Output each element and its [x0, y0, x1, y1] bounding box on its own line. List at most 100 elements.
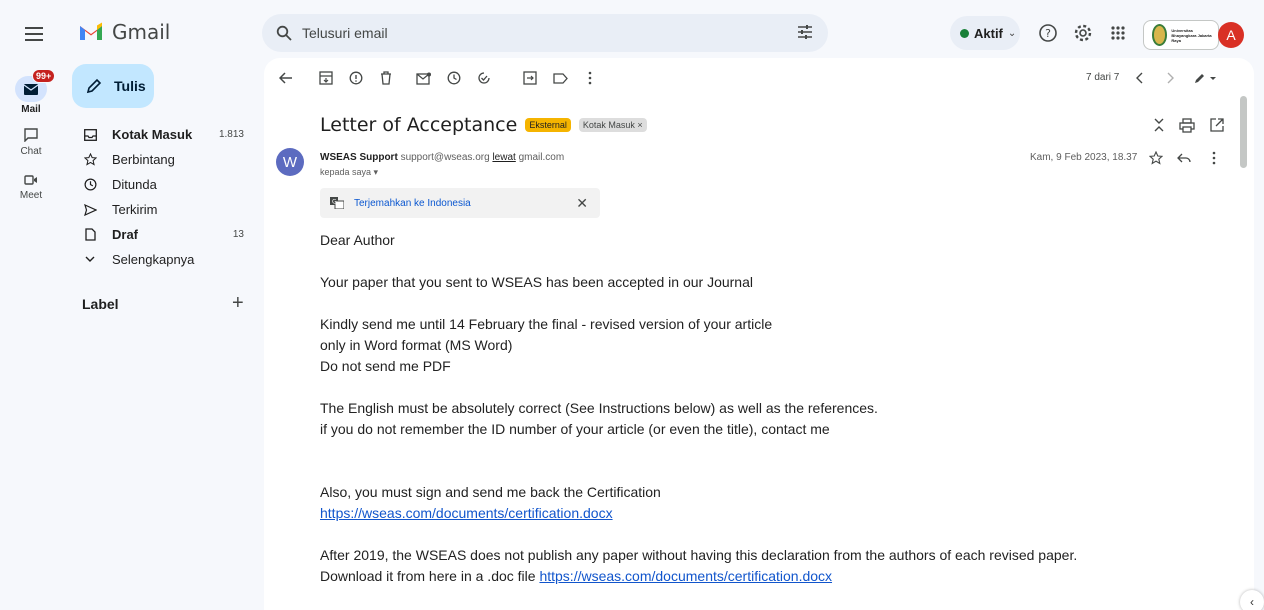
- unread-badge: 99+: [32, 69, 56, 83]
- rail-meet[interactable]: Meet: [0, 174, 62, 201]
- translate-icon: G: [330, 197, 344, 209]
- body-paragraph: Kindly send me until 14 February the fin…: [320, 316, 773, 332]
- send-icon: [82, 203, 98, 216]
- subject-line: Letter of Acceptance Eksternal Kotak Mas…: [320, 114, 647, 136]
- nav-item-snoozed[interactable]: Ditunda: [72, 172, 252, 197]
- svg-text:G: G: [332, 199, 337, 206]
- more-vertical-icon[interactable]: [1206, 150, 1222, 166]
- draft-icon: [82, 228, 98, 241]
- message-toolbar: 7 dari 7: [264, 58, 1254, 98]
- organization-badge[interactable]: Universitas Bhayangkara Jakarta Raya: [1143, 20, 1219, 50]
- search-input[interactable]: Telusuri email: [302, 25, 388, 41]
- video-camera-icon: [0, 174, 62, 186]
- rail-mail[interactable]: 99+ Mail: [0, 69, 62, 115]
- body-paragraph: Download it from here in a .doc file: [320, 568, 540, 584]
- print-icon[interactable]: [1178, 116, 1196, 134]
- more-vertical-icon[interactable]: [580, 68, 600, 88]
- sender-avatar[interactable]: W: [276, 148, 304, 176]
- delete-trash-icon[interactable]: [376, 68, 396, 88]
- email-subject: Letter of Acceptance: [320, 114, 518, 136]
- external-chip: Eksternal: [525, 118, 571, 132]
- star-icon: [82, 153, 98, 166]
- translate-link[interactable]: Terjemahkan ke Indonesia: [354, 198, 471, 209]
- body-paragraph: After 2019, the WSEAS does not publish a…: [320, 547, 1078, 563]
- reply-icon[interactable]: [1176, 150, 1192, 166]
- account-avatar[interactable]: A: [1218, 22, 1244, 48]
- translate-bar: G Terjemahkan ke Indonesia ✕: [320, 188, 600, 218]
- inbox-icon: [82, 128, 98, 141]
- rail-chat[interactable]: Chat: [0, 128, 62, 157]
- report-spam-icon[interactable]: [346, 68, 366, 88]
- input-tools-icon[interactable]: [1192, 68, 1218, 88]
- nav-item-more[interactable]: Selengkapnya: [72, 247, 252, 272]
- mail-pill: 99+: [15, 69, 56, 102]
- open-new-window-icon[interactable]: [1208, 116, 1226, 134]
- status-selector[interactable]: Aktif ⌄: [950, 16, 1020, 50]
- search-icon[interactable]: [276, 25, 292, 41]
- recipient-details-toggle[interactable]: kepada saya ▾: [320, 167, 378, 178]
- back-arrow-icon[interactable]: [276, 68, 296, 88]
- rail-mail-label: Mail: [21, 104, 41, 115]
- certification-download-link[interactable]: https://wseas.com/documents/certificatio…: [539, 568, 832, 584]
- nav-item-starred[interactable]: Berbintang: [72, 147, 252, 172]
- search-options-icon[interactable]: [796, 23, 814, 41]
- body-paragraph: The English must be absolutely correct (…: [320, 400, 878, 416]
- nav-count: 13: [232, 229, 244, 240]
- organization-name: Universitas Bhayangkara Jakarta Raya: [1171, 27, 1212, 43]
- sender-email: support@wseas.org: [400, 152, 490, 163]
- university-logo-icon: [1152, 24, 1168, 46]
- archive-icon[interactable]: [316, 68, 336, 88]
- compose-button[interactable]: Tulis: [72, 64, 154, 108]
- older-chevron-right-icon[interactable]: [1160, 68, 1180, 88]
- add-label-icon[interactable]: +: [232, 292, 244, 315]
- main-menu-icon[interactable]: [20, 22, 48, 46]
- gmail-logo[interactable]: Gmail: [78, 20, 170, 44]
- label-tag-icon[interactable]: [550, 68, 570, 88]
- sender-name[interactable]: WSEAS Support: [320, 152, 398, 163]
- app-title: Gmail: [112, 20, 171, 44]
- help-icon[interactable]: ?: [1037, 22, 1059, 44]
- chevron-down-icon: ⌄: [1007, 27, 1017, 39]
- body-paragraph: if you do not remember the ID number of …: [320, 421, 830, 437]
- body-paragraph: only in Word format (MS Word): [320, 337, 513, 353]
- add-task-icon[interactable]: [474, 68, 494, 88]
- nav-item-sent[interactable]: Terkirim: [72, 197, 252, 222]
- body-greeting: Dear Author: [320, 232, 395, 248]
- email-body: Dear Author Your paper that you sent to …: [320, 230, 1220, 587]
- folder-nav: Kotak Masuk 1.813 Berbintang Ditunda Ter…: [72, 122, 252, 272]
- snooze-clock-icon[interactable]: [444, 68, 464, 88]
- side-panel-toggle-icon[interactable]: ‹: [1240, 590, 1264, 610]
- newer-chevron-left-icon[interactable]: [1130, 68, 1150, 88]
- top-bar: Gmail Telusuri email Aktif ⌄ ? Universit…: [0, 0, 1264, 64]
- body-paragraph: Also, you must sign and send me back the…: [320, 484, 661, 500]
- inbox-label-chip[interactable]: Kotak Masuk ×: [578, 118, 647, 132]
- email-date: Kam, 9 Feb 2023, 18.37: [1030, 152, 1138, 163]
- rail-meet-label: Meet: [19, 190, 43, 201]
- body-paragraph: Do not send me PDF: [320, 358, 451, 374]
- status-label: Aktif: [974, 25, 1003, 41]
- mail-icon: [24, 83, 38, 95]
- gmail-m-icon: [78, 22, 104, 42]
- chat-icon: [0, 128, 62, 142]
- scrollbar[interactable]: [1240, 96, 1247, 168]
- close-icon[interactable]: ✕: [576, 195, 588, 212]
- star-icon[interactable]: [1148, 150, 1164, 166]
- apps-grid-icon[interactable]: [1107, 22, 1129, 44]
- nav-label: Draf: [112, 227, 139, 242]
- nav-item-drafts[interactable]: Draf 13: [72, 222, 252, 247]
- pagination-text: 7 dari 7: [1086, 72, 1120, 83]
- svg-text:?: ?: [1045, 27, 1051, 40]
- nav-item-inbox[interactable]: Kotak Masuk 1.813: [72, 122, 252, 147]
- nav-label: Terkirim: [112, 202, 158, 217]
- expand-all-icon[interactable]: [1150, 116, 1168, 134]
- search-bar[interactable]: Telusuri email: [262, 14, 828, 52]
- mark-unread-icon[interactable]: [414, 68, 434, 88]
- nav-label: Kotak Masuk: [112, 127, 193, 142]
- certification-link[interactable]: https://wseas.com/documents/certificatio…: [320, 505, 613, 521]
- chevron-down-icon: [82, 256, 98, 263]
- sender-via-link[interactable]: lewat: [492, 152, 515, 163]
- pencil-icon: [86, 78, 102, 94]
- labels-heading: Label: [82, 296, 119, 312]
- settings-gear-icon[interactable]: [1072, 22, 1094, 44]
- move-to-icon[interactable]: [520, 68, 540, 88]
